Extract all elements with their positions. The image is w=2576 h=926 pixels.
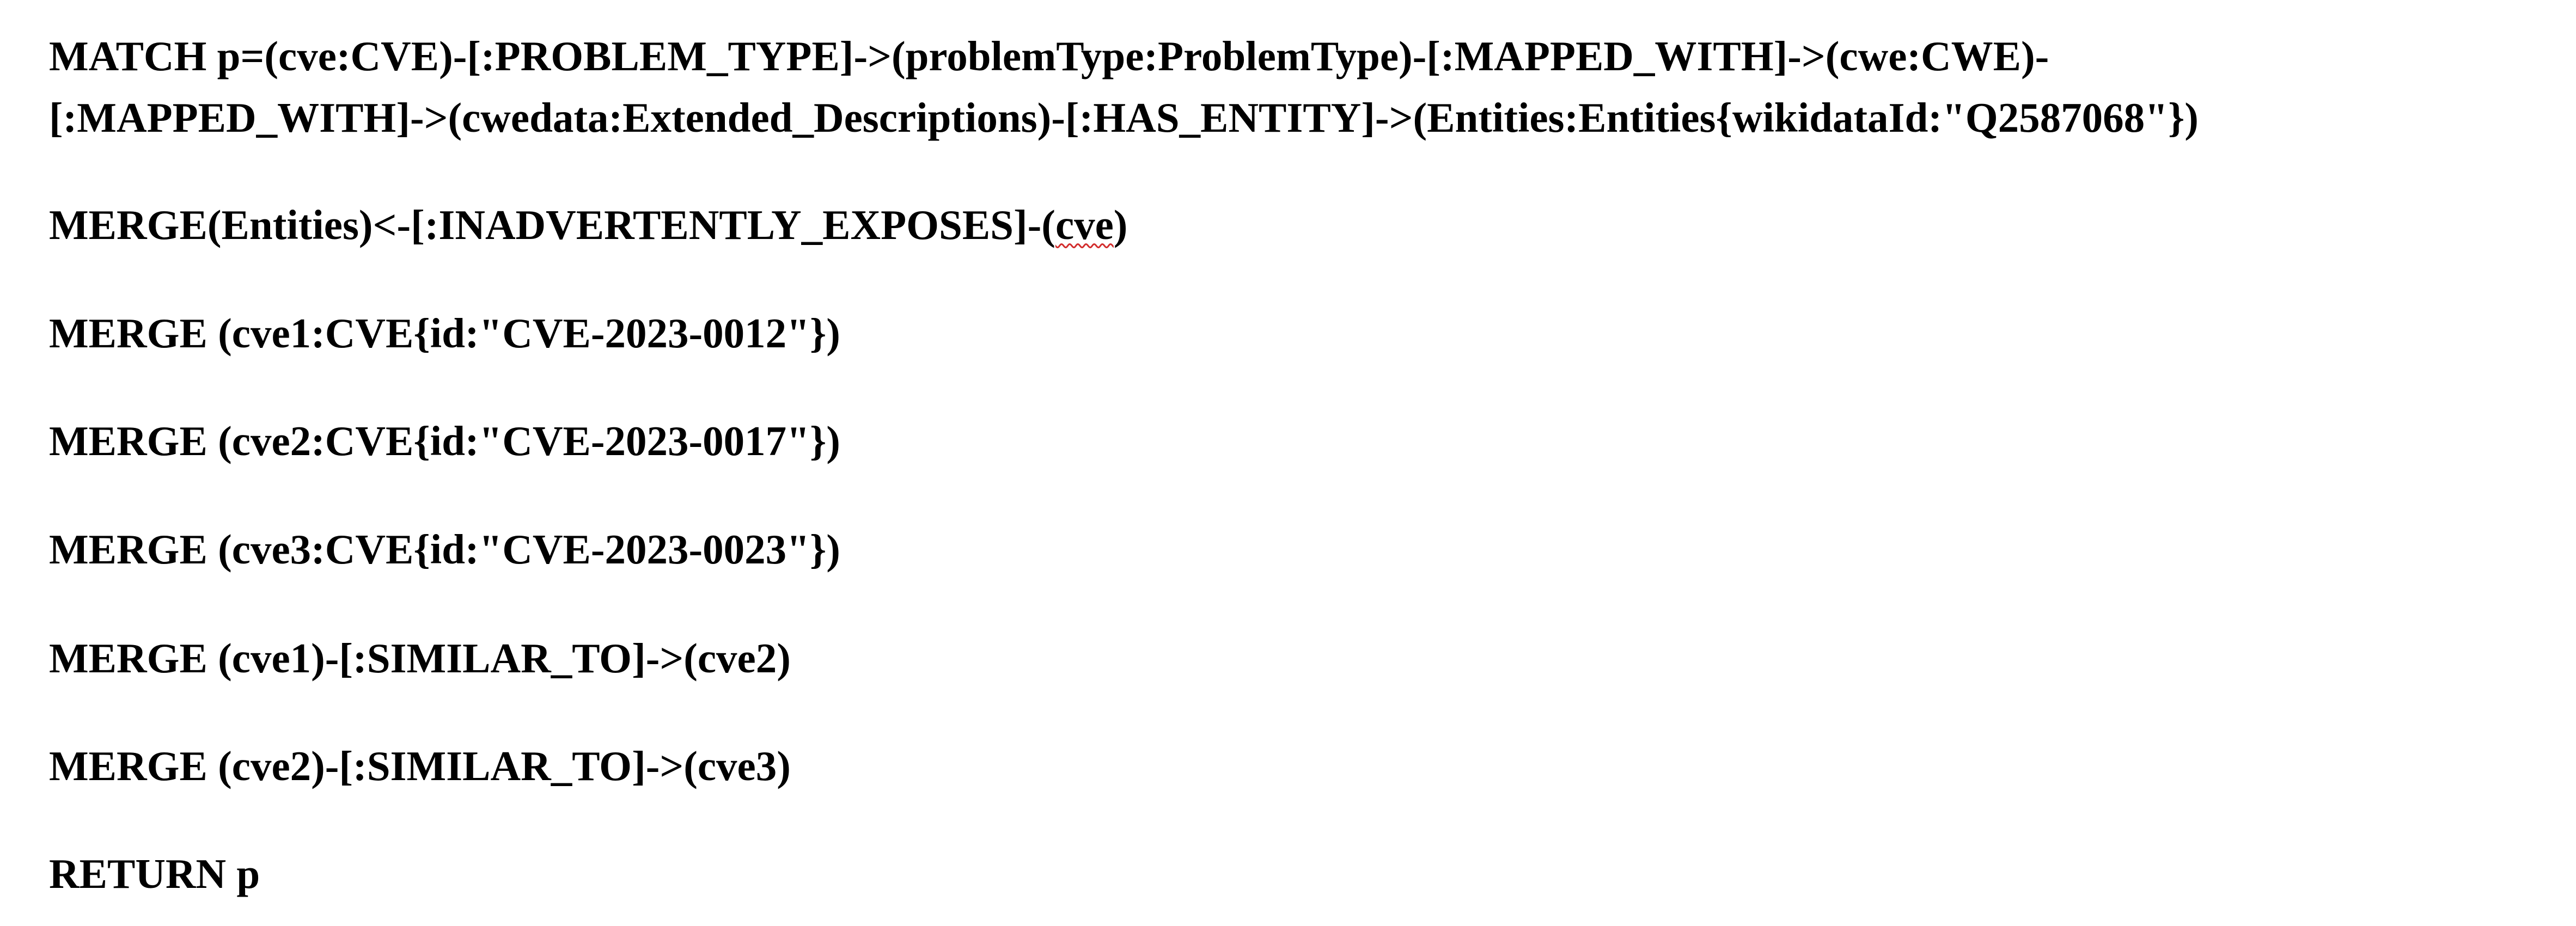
spellcheck-flagged-word: cve: [1055, 201, 1114, 248]
query-line-match-continuation: [:MAPPED_WITH]->(cwedata:Extended_Descri…: [49, 94, 2199, 141]
query-line-merge-entities: MERGE(Entities)<-[:INADVERTENTLY_EXPOSES…: [49, 200, 1127, 249]
document-page: MATCH p=(cve:CVE)-[:PROBLEM_TYPE]->(prob…: [0, 0, 2576, 926]
query-line-merge-cve3: MERGE (cve3:CVE{id:"CVE-2023-0023"}): [49, 526, 840, 573]
query-line-similar-cve1-cve2: MERGE (cve1)-[:SIMILAR_TO]->(cve2): [49, 635, 791, 682]
query-line-return: RETURN p: [49, 850, 260, 897]
query-line-merge-cve2: MERGE (cve2:CVE{id:"CVE-2023-0017"}): [49, 418, 840, 464]
merge-entities-prefix: MERGE(Entities)<-[:INADVERTENTLY_EXPOSES…: [49, 201, 1055, 248]
query-line-similar-cve2-cve3: MERGE (cve2)-[:SIMILAR_TO]->(cve3): [49, 743, 791, 789]
query-line-merge-cve1: MERGE (cve1:CVE{id:"CVE-2023-0012"}): [49, 310, 840, 357]
query-line-match: MATCH p=(cve:CVE)-[:PROBLEM_TYPE]->(prob…: [49, 33, 2049, 79]
merge-entities-suffix: ): [1113, 201, 1128, 248]
